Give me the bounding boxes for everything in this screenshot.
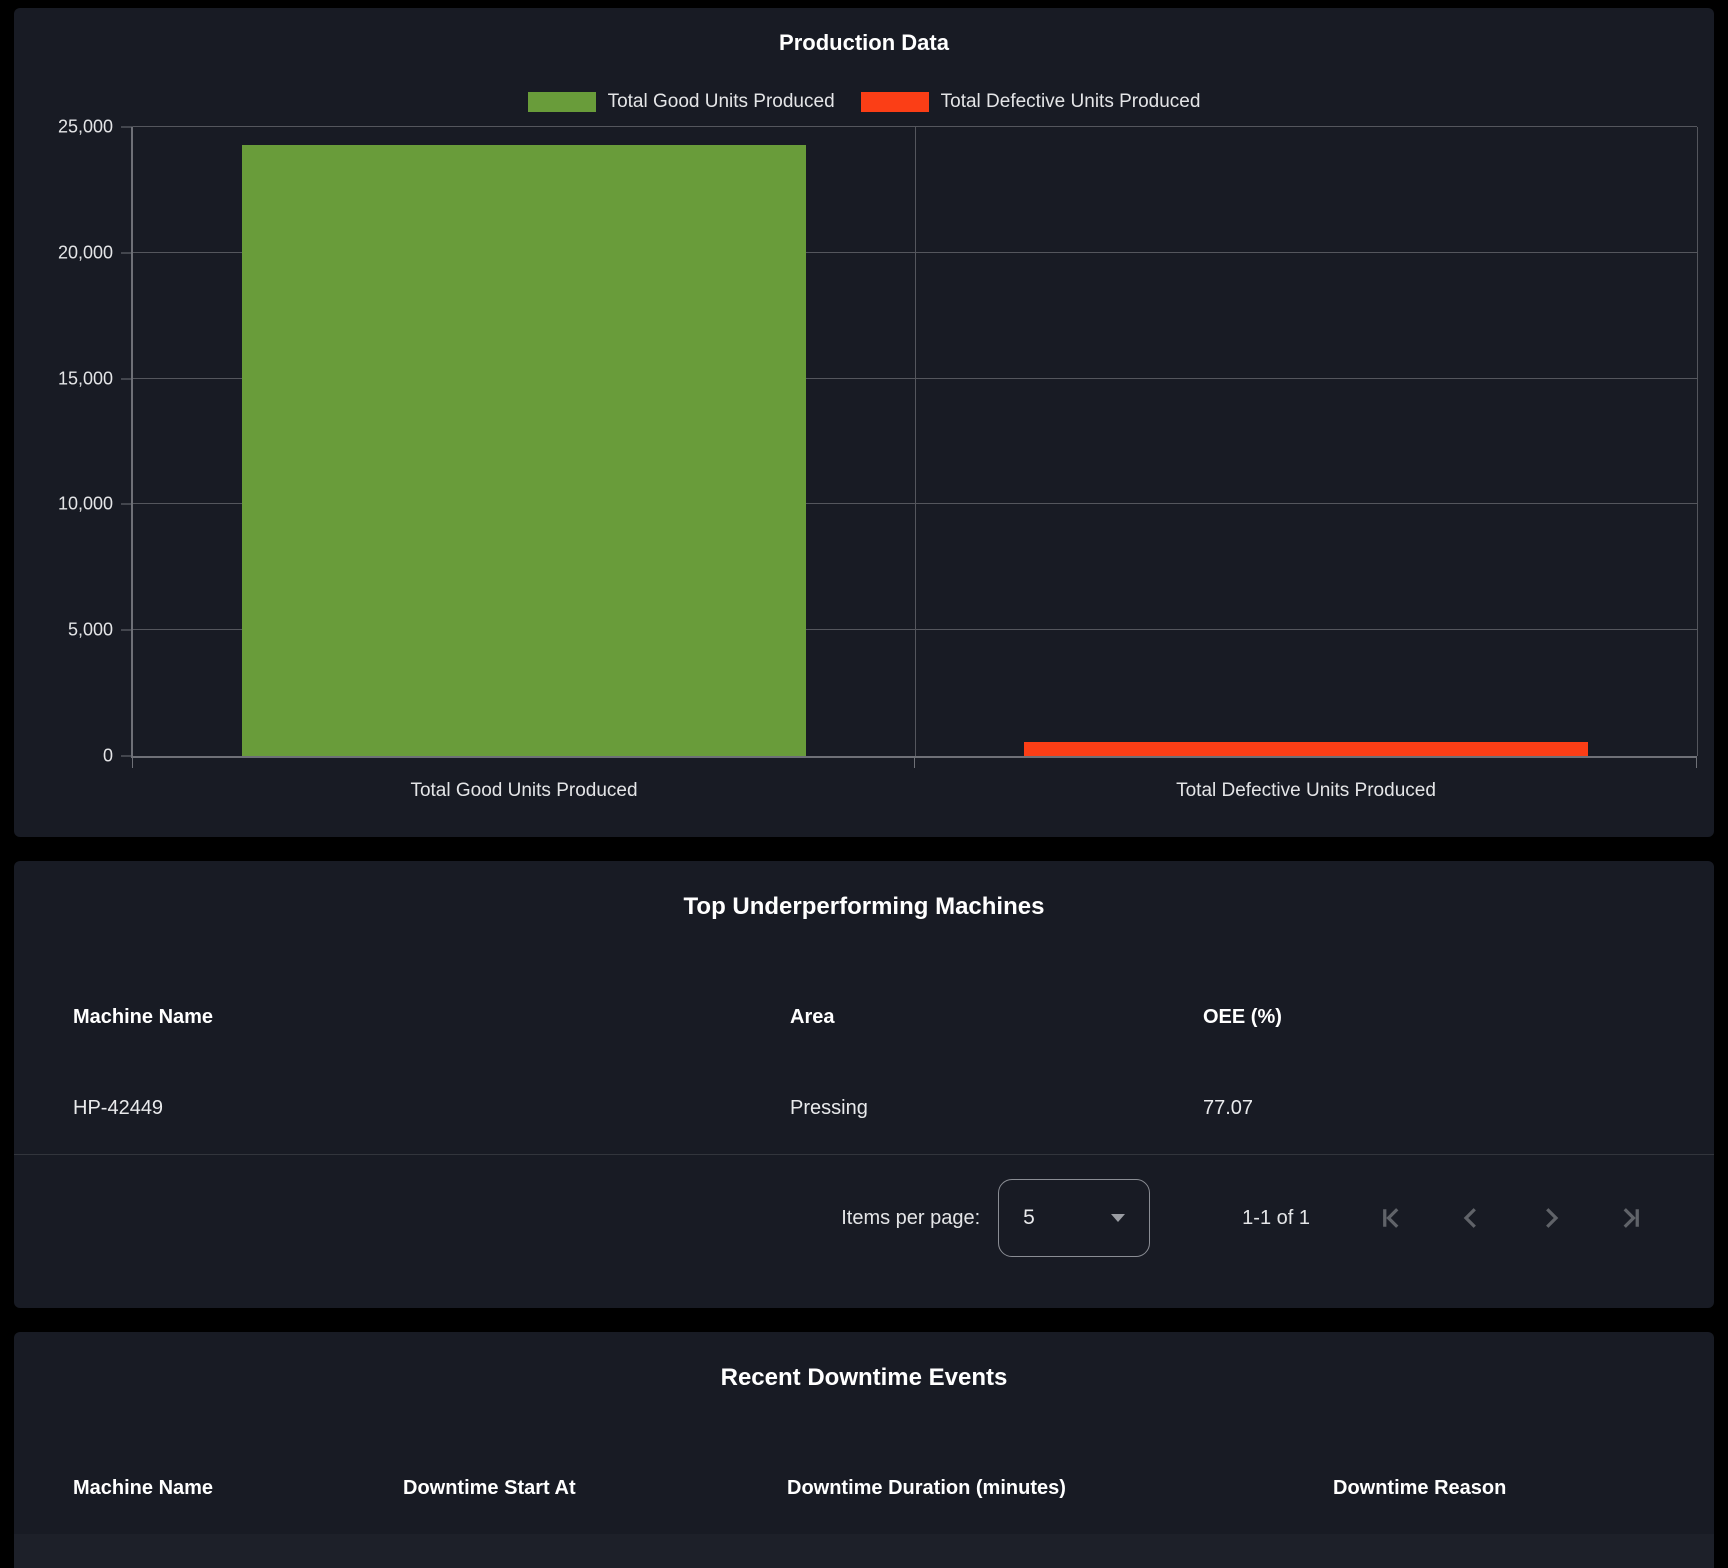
y-axis-tick <box>121 252 133 253</box>
y-axis-tick <box>121 504 133 505</box>
y-axis-tick-label: 10,000 <box>58 494 113 515</box>
bar-defective-units <box>1024 742 1587 756</box>
gridline <box>915 127 916 756</box>
underperforming-machines-card: Top Underperforming Machines Machine Nam… <box>14 861 1714 1308</box>
production-chart-card: Production Data Total Good Units Produce… <box>14 8 1714 837</box>
defective-units-swatch <box>861 92 929 112</box>
y-axis-tick-label: 15,000 <box>58 368 113 389</box>
y-axis-tick-label: 5,000 <box>68 620 113 641</box>
downtime-events-card: Recent Downtime Events Machine Name Down… <box>14 1332 1714 1568</box>
paginator-range-label: 1-1 of 1 <box>1242 1207 1310 1230</box>
table-header-row: Machine Name Downtime Start At Downtime … <box>14 1442 1714 1534</box>
x-axis-tick <box>914 756 915 768</box>
machine-name-cell: HP-42449 <box>73 1097 790 1120</box>
x-axis-category-label: Total Defective Units Produced <box>1176 780 1436 802</box>
area-cell: Pressing <box>790 1097 1203 1120</box>
underperforming-title: Top Underperforming Machines <box>14 891 1714 923</box>
legend-label: Total Good Units Produced <box>608 91 835 113</box>
x-axis-tick <box>1696 756 1697 768</box>
good-units-swatch <box>528 92 596 112</box>
column-header-downtime-start: Downtime Start At <box>403 1477 787 1500</box>
first-page-icon[interactable] <box>1368 1195 1414 1241</box>
paginator: Items per page: 5 1-1 of 1 <box>14 1155 1714 1281</box>
page-size-select[interactable]: 5 <box>998 1179 1150 1257</box>
table-header-row: Machine Name Area OEE (%) <box>14 971 1714 1063</box>
last-page-icon[interactable] <box>1608 1195 1654 1241</box>
table-row: HP-42449 Pressing 77.07 <box>14 1063 1714 1155</box>
x-axis-category-label: Total Good Units Produced <box>410 780 637 802</box>
legend-item-good-units[interactable]: Total Good Units Produced <box>528 91 835 113</box>
downtime-title: Recent Downtime Events <box>14 1362 1714 1394</box>
legend-label: Total Defective Units Produced <box>941 91 1201 113</box>
y-axis-tick <box>121 378 133 379</box>
next-page-icon[interactable] <box>1528 1195 1574 1241</box>
table-row <box>14 1534 1714 1568</box>
previous-page-icon[interactable] <box>1448 1195 1494 1241</box>
legend-item-defective-units[interactable]: Total Defective Units Produced <box>861 91 1201 113</box>
underperforming-table: Machine Name Area OEE (%) HP-42449 Press… <box>14 971 1714 1155</box>
column-header-oee: OEE (%) <box>1203 1006 1668 1029</box>
downtime-table: Machine Name Downtime Start At Downtime … <box>14 1442 1714 1568</box>
paginator-nav <box>1368 1195 1654 1241</box>
chevron-down-icon <box>1111 1214 1125 1222</box>
y-axis-tick-label: 20,000 <box>58 242 113 263</box>
plot-area: 05,00010,00015,00020,00025,000Total Good… <box>131 127 1697 758</box>
items-per-page-label: Items per page: <box>841 1207 980 1230</box>
page-size-value: 5 <box>1023 1206 1035 1230</box>
column-header-downtime-reason: Downtime Reason <box>1333 1477 1668 1500</box>
bar-good-units <box>242 145 805 756</box>
chart-legend: Total Good Units Produced Total Defectiv… <box>14 88 1714 116</box>
y-axis-tick <box>121 630 133 631</box>
chart-title: Production Data <box>14 28 1714 58</box>
y-axis-tick-label: 25,000 <box>58 117 113 138</box>
y-axis-tick-label: 0 <box>103 746 113 767</box>
column-header-area: Area <box>790 1006 1203 1029</box>
column-header-machine-name: Machine Name <box>73 1006 790 1029</box>
gridline <box>1697 127 1698 756</box>
column-header-downtime-duration: Downtime Duration (minutes) <box>787 1477 1333 1500</box>
column-header-machine-name: Machine Name <box>73 1477 403 1500</box>
oee-cell: 77.07 <box>1203 1097 1668 1120</box>
x-axis-tick <box>132 756 133 768</box>
y-axis-tick <box>121 127 133 128</box>
